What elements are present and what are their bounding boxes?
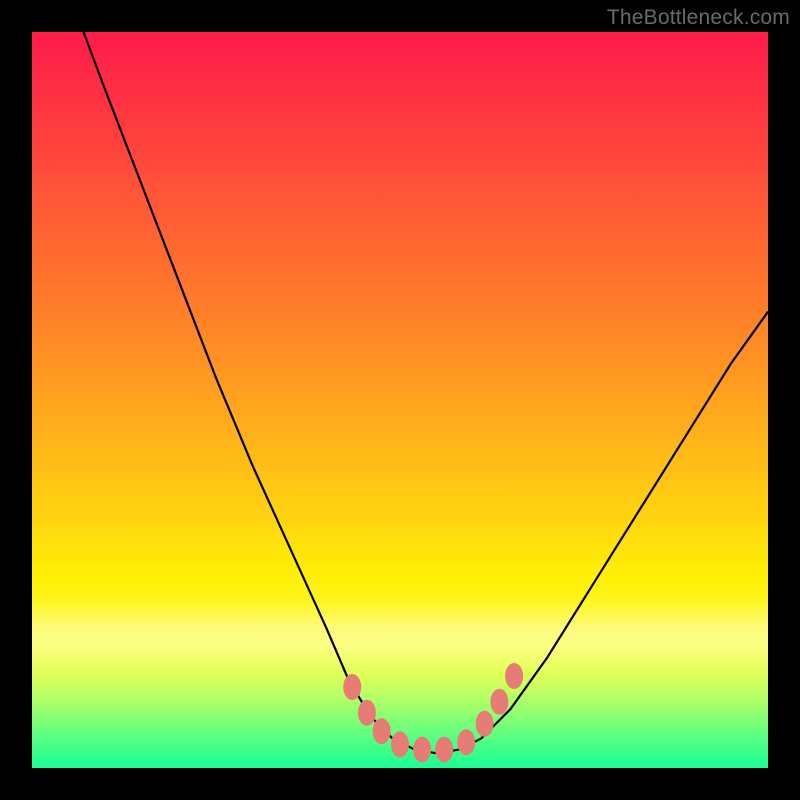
plot-area — [32, 32, 768, 768]
min-markers — [343, 663, 523, 763]
min-marker — [373, 718, 391, 744]
min-marker — [413, 737, 431, 763]
min-marker — [435, 737, 453, 763]
min-marker — [391, 731, 409, 757]
min-marker — [358, 700, 376, 726]
curve-svg — [32, 32, 768, 768]
min-marker — [476, 711, 494, 737]
bottleneck-curve — [84, 32, 769, 753]
min-marker — [343, 674, 361, 700]
watermark-text: TheBottleneck.com — [607, 6, 790, 30]
min-marker — [457, 729, 475, 755]
min-marker — [490, 689, 508, 715]
chart-frame: TheBottleneck.com — [0, 0, 800, 800]
min-marker — [505, 663, 523, 689]
